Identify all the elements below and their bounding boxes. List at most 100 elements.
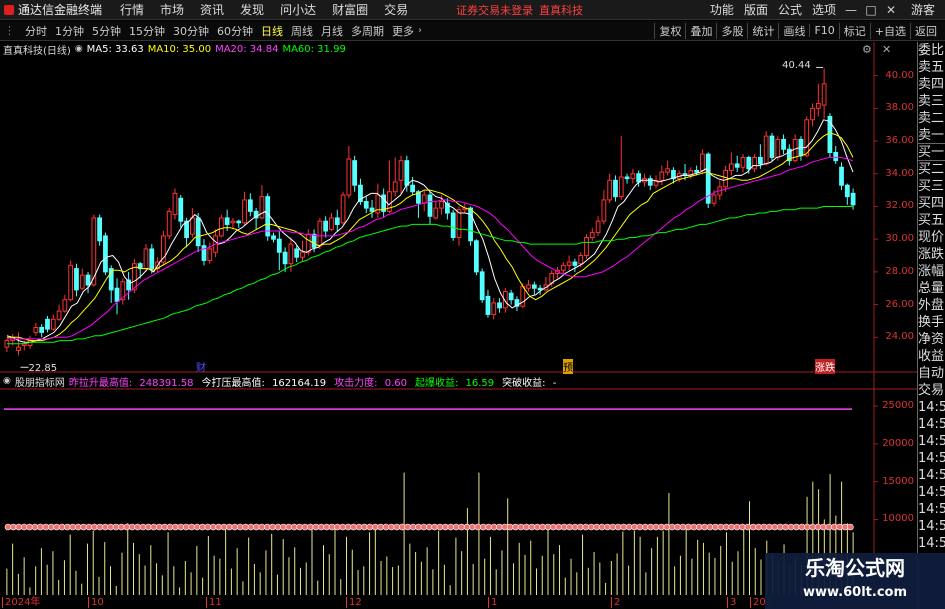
quote-panel-row[interactable]: 买四 <box>918 195 945 212</box>
date-tick-label: 12 <box>346 597 362 608</box>
quote-panel-row[interactable]: 14:56 <box>918 484 945 501</box>
indicator-bead <box>571 523 579 531</box>
btn-f10[interactable]: F10 <box>809 24 838 37</box>
event-marker-cai[interactable]: 财 <box>196 359 206 374</box>
quote-panel-row[interactable]: 14:56 <box>918 450 945 467</box>
indicator-name[interactable]: 股朋指标网 <box>15 374 65 389</box>
quote-panel-row[interactable]: 收益 <box>918 348 945 365</box>
quote-panel-row[interactable]: 卖三 <box>918 93 945 110</box>
menu-zixun[interactable]: 资讯 <box>192 1 232 18</box>
candle-body <box>804 119 810 157</box>
period-60min[interactable]: 60分钟 <box>213 23 257 39</box>
indicator-bead <box>760 523 768 531</box>
btn-tongji[interactable]: 统计 <box>747 22 778 39</box>
maximize-icon[interactable]: □ <box>861 3 881 17</box>
menu-wenxiaoda[interactable]: 问小达 <box>272 1 324 18</box>
quote-panel-row[interactable]: 净资 <box>918 331 945 348</box>
indicator-toggle-icon[interactable]: ◉ <box>3 376 11 386</box>
close-icon[interactable]: ✕ <box>881 3 901 17</box>
quote-panel-row[interactable]: 14:56 <box>918 535 945 552</box>
period-more[interactable]: 更多 <box>388 23 418 39</box>
quote-panel-row[interactable]: 卖二 <box>918 110 945 127</box>
quote-panel-row[interactable]: 买二 <box>918 161 945 178</box>
event-marker-yu[interactable]: 预 <box>563 359 573 374</box>
btn-fuquan[interactable]: 复权 <box>654 22 685 39</box>
period-5min[interactable]: 5分钟 <box>88 23 125 39</box>
period-daily[interactable]: 日线 <box>257 23 287 39</box>
quote-panel-row[interactable]: 自动 <box>918 365 945 382</box>
menu-hangqing[interactable]: 行情 <box>112 1 152 18</box>
period-1min[interactable]: 1分钟 <box>51 23 88 39</box>
indicator-bead <box>42 523 50 531</box>
quote-panel-row[interactable]: 卖四 <box>918 76 945 93</box>
quote-panel-row[interactable]: 14:56 <box>918 416 945 433</box>
menu-caifuquan[interactable]: 财富圈 <box>324 1 376 18</box>
menu-faxian[interactable]: 发现 <box>232 1 272 18</box>
btn-biaoji[interactable]: 标记 <box>838 22 870 39</box>
candle-body <box>166 210 172 237</box>
indicator-bead <box>128 523 136 531</box>
login-status[interactable]: 证券交易未登录 <box>456 2 533 18</box>
candle-body <box>172 192 178 216</box>
indicator-bead <box>474 523 482 531</box>
quote-panel-row[interactable]: 买三 <box>918 178 945 195</box>
period-monthly[interactable]: 月线 <box>317 23 347 39</box>
btn-zixuan[interactable]: +自选 <box>869 22 910 39</box>
quote-panel-row[interactable]: 买五 <box>918 212 945 229</box>
indicator-bead <box>836 523 843 531</box>
quote-panel-row[interactable]: 14:56 <box>918 467 945 484</box>
quote-panel-row[interactable]: 现价 <box>918 229 945 246</box>
btn-diejia[interactable]: 叠加 <box>685 22 716 39</box>
btn-duogu[interactable]: 多股 <box>716 22 747 39</box>
quote-panel-row[interactable]: 涨跌 <box>918 246 945 263</box>
quote-panel-row[interactable]: 买一 <box>918 144 945 161</box>
more-chevron-icon[interactable]: › <box>418 25 422 36</box>
price-tick-label: 32.00 <box>885 200 914 212</box>
period-multi[interactable]: 多周期 <box>347 23 388 39</box>
period-weekly[interactable]: 周线 <box>287 23 317 39</box>
indicator-bead <box>679 523 687 531</box>
quote-panel-row[interactable]: 卖五 <box>918 59 945 76</box>
period-fenshi[interactable]: 分时 <box>21 23 51 39</box>
quote-panel-row[interactable]: 14:56 <box>918 518 945 535</box>
quote-panel-row[interactable]: 换手 <box>918 314 945 331</box>
menu-banmian[interactable]: 版面 <box>739 1 773 18</box>
menu-gongneng[interactable]: 功能 <box>705 1 739 18</box>
price-chart[interactable] <box>0 42 917 597</box>
indicator-bead <box>674 523 681 531</box>
btn-fanhui[interactable]: 返回 <box>910 22 941 39</box>
btn-huaxian[interactable]: 画线 <box>778 22 809 39</box>
menu-jiaoyi[interactable]: 交易 <box>376 1 416 18</box>
quote-panel-row[interactable]: 14:56 <box>918 399 945 416</box>
indicator-bead <box>420 523 428 531</box>
quote-panel-row[interactable]: 总量 <box>918 280 945 297</box>
price-tick-label: 26.00 <box>885 298 914 310</box>
quote-panel-row[interactable]: 14:56 <box>918 501 945 518</box>
quote-panel-row[interactable]: 14:56 <box>918 433 945 450</box>
event-marker-zhangdie[interactable]: 涨跌 <box>815 359 835 374</box>
period-30min[interactable]: 30分钟 <box>169 23 213 39</box>
date-tick-label: 2 <box>611 597 620 608</box>
indicator-bead <box>85 523 93 531</box>
menu-xuanxiang[interactable]: 选项 <box>807 1 841 18</box>
quote-panel-row[interactable]: 交易 <box>918 382 945 399</box>
quote-panel-row[interactable]: 卖一 <box>918 127 945 144</box>
stock-terminal: { "app":{"title":"通达信金融终端","menu":["行情",… <box>0 0 945 609</box>
price-tick-label: 34.00 <box>885 167 914 179</box>
candle-body <box>74 268 79 291</box>
quote-panel-row[interactable]: 涨幅 <box>918 263 945 280</box>
menu-gongshi[interactable]: 公式 <box>773 1 807 18</box>
indicator-bead <box>733 523 741 531</box>
candle-body <box>218 217 224 237</box>
menu-shichang[interactable]: 市场 <box>152 1 192 18</box>
guest-label[interactable]: 游客 <box>911 1 935 18</box>
quote-panel-row[interactable]: 外盘 <box>918 297 945 314</box>
indicator-bead <box>393 523 401 531</box>
period-15min[interactable]: 15分钟 <box>125 23 169 39</box>
minimize-icon[interactable]: — <box>841 3 861 17</box>
candle-body <box>242 199 247 224</box>
candle-body <box>224 217 230 225</box>
quote-panel-row[interactable]: 委比 <box>918 42 945 59</box>
indicator-bead <box>58 523 66 531</box>
indicator-bead <box>172 523 179 531</box>
